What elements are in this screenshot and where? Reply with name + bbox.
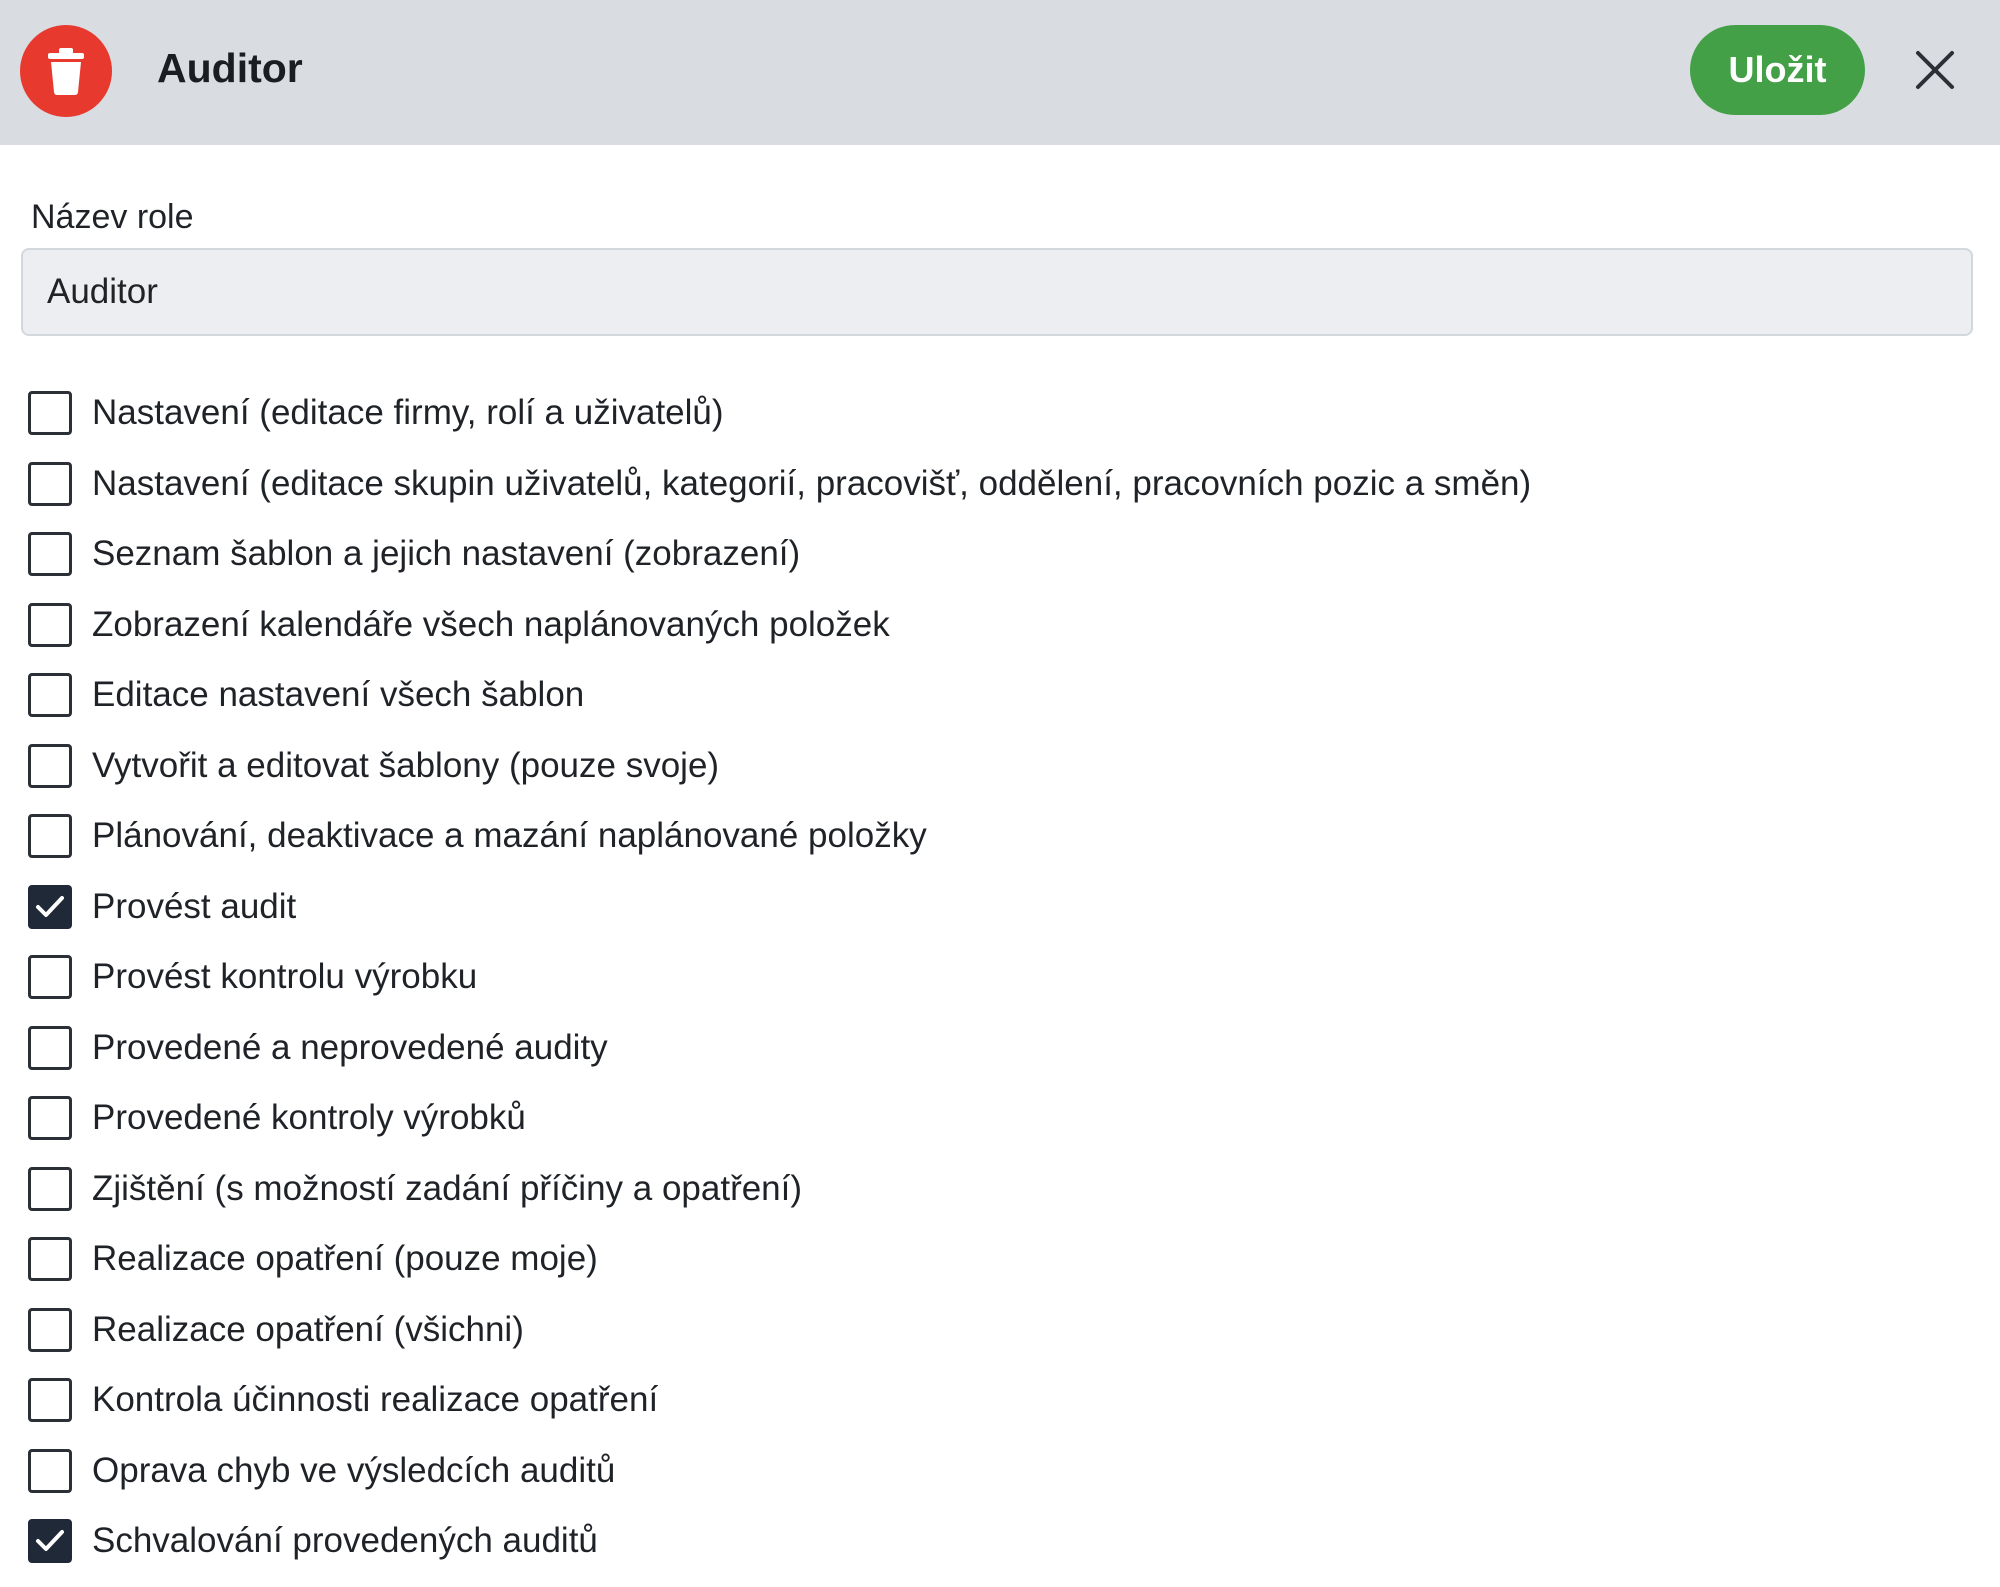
- role-name-label: Název role: [31, 198, 194, 236]
- permission-checkbox[interactable]: [28, 814, 72, 859]
- permission-checkbox[interactable]: [28, 1237, 72, 1282]
- permission-list: Nastavení (editace firmy, rolí a uživate…: [28, 378, 1968, 1577]
- permission-item[interactable]: Provést audit: [28, 872, 1968, 943]
- permission-item[interactable]: Editace nastavení všech šablon: [28, 660, 1968, 731]
- permission-item[interactable]: Seznam šablon a jejich nastavení (zobraz…: [28, 519, 1968, 590]
- checkmark-icon: [36, 895, 64, 917]
- permission-label: Seznam šablon a jejich nastavení (zobraz…: [92, 534, 801, 574]
- permission-checkbox[interactable]: [28, 1096, 72, 1141]
- permission-item[interactable]: Realizace opatření (všichni): [28, 1295, 1968, 1366]
- role-name-input[interactable]: [21, 248, 1973, 336]
- permission-checkbox[interactable]: [28, 1378, 72, 1423]
- permission-item[interactable]: Nastavení (editace skupin uživatelů, kat…: [28, 449, 1968, 520]
- permission-label: Vytvořit a editovat šablony (pouze svoje…: [92, 745, 720, 785]
- permission-label: Plánování, deaktivace a mazání naplánova…: [92, 816, 927, 856]
- permission-item[interactable]: Nastavení (editace firmy, rolí a uživate…: [28, 378, 1968, 449]
- permission-item[interactable]: Zjištění (s možností zadání příčiny a op…: [28, 1154, 1968, 1225]
- permission-item[interactable]: Provedené kontroly výrobků: [28, 1083, 1968, 1154]
- dialog-header: Auditor Uložit: [0, 0, 2000, 145]
- permission-checkbox[interactable]: [28, 1307, 72, 1352]
- permission-label: Schvalování provedených auditů: [92, 1521, 598, 1561]
- permission-item[interactable]: Kontrola účinnosti realizace opatření: [28, 1365, 1968, 1436]
- permission-label: Provedené a neprovedené audity: [92, 1027, 608, 1067]
- permission-checkbox[interactable]: [28, 743, 72, 788]
- permission-label: Kontrola účinnosti realizace opatření: [92, 1380, 659, 1420]
- permission-item[interactable]: Schvalování provedených auditů: [28, 1506, 1968, 1577]
- permission-item[interactable]: Oprava chyb ve výsledcích auditů: [28, 1436, 1968, 1507]
- permission-label: Nastavení (editace firmy, rolí a uživate…: [92, 393, 724, 433]
- permission-item[interactable]: Vytvořit a editovat šablony (pouze svoje…: [28, 731, 1968, 802]
- close-button[interactable]: [1905, 40, 1965, 100]
- permission-label: Provést kontrolu výrobku: [92, 957, 478, 997]
- permission-checkbox[interactable]: [28, 461, 72, 506]
- page-title: Auditor: [157, 45, 303, 91]
- permission-label: Nastavení (editace skupin uživatelů, kat…: [92, 463, 1532, 503]
- permission-checkbox[interactable]: [28, 1448, 72, 1493]
- permission-item[interactable]: Zobrazení kalendáře všech naplánovaných …: [28, 590, 1968, 661]
- permission-label: Realizace opatření (všichni): [92, 1309, 524, 1349]
- permission-checkbox[interactable]: [28, 884, 72, 929]
- checkmark-icon: [36, 1530, 64, 1552]
- permission-item[interactable]: Provést kontrolu výrobku: [28, 942, 1968, 1013]
- permission-checkbox[interactable]: [28, 1025, 72, 1070]
- permission-label: Provést audit: [92, 886, 297, 926]
- permission-checkbox[interactable]: [28, 391, 72, 436]
- permission-checkbox[interactable]: [28, 673, 72, 718]
- permission-checkbox[interactable]: [28, 955, 72, 1000]
- permission-item[interactable]: Plánování, deaktivace a mazání naplánova…: [28, 801, 1968, 872]
- permission-checkbox[interactable]: [28, 602, 72, 647]
- delete-button[interactable]: [20, 25, 112, 117]
- permission-checkbox[interactable]: [28, 1519, 72, 1564]
- permission-label: Oprava chyb ve výsledcích auditů: [92, 1450, 616, 1490]
- permission-item[interactable]: Realizace opatření (pouze moje): [28, 1224, 1968, 1295]
- permission-label: Provedené kontroly výrobků: [92, 1098, 526, 1138]
- permission-label: Zobrazení kalendáře všech naplánovaných …: [92, 604, 890, 644]
- save-button[interactable]: Uložit: [1690, 25, 1865, 115]
- permission-label: Editace nastavení všech šablon: [92, 675, 585, 715]
- permission-checkbox[interactable]: [28, 1166, 72, 1211]
- trash-icon: [48, 48, 84, 95]
- close-icon: [1916, 51, 1954, 89]
- permission-item[interactable]: Provedené a neprovedené audity: [28, 1013, 1968, 1084]
- permission-label: Zjištění (s možností zadání příčiny a op…: [92, 1168, 803, 1208]
- permission-checkbox[interactable]: [28, 532, 72, 577]
- permission-label: Realizace opatření (pouze moje): [92, 1239, 598, 1279]
